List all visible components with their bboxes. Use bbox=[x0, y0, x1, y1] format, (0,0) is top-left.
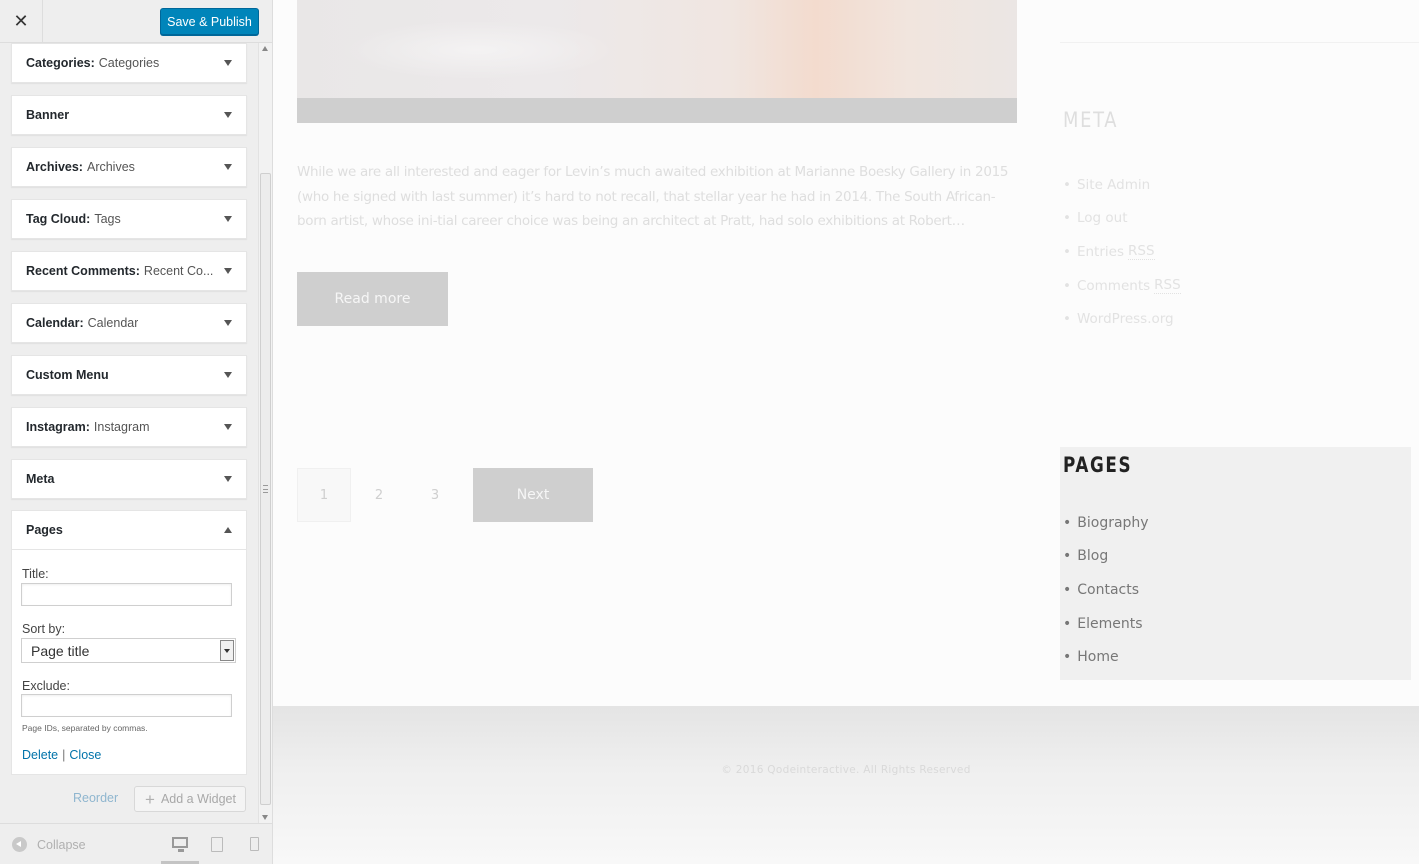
customizer-header: ✕ Save & Publish bbox=[0, 0, 272, 43]
tablet-preview-icon[interactable] bbox=[211, 837, 223, 852]
post-excerpt: While we are all interested and eager fo… bbox=[297, 164, 1009, 229]
close-customizer-button[interactable]: ✕ bbox=[0, 0, 43, 43]
sort-by-select[interactable]: Page title bbox=[21, 638, 236, 663]
pagination-page-3[interactable]: 3 bbox=[408, 468, 462, 522]
meta-item-log-out[interactable]: • Log out bbox=[1063, 202, 1181, 236]
meta-item-comments-rss[interactable]: • Comments RSS bbox=[1063, 269, 1181, 303]
site-preview: While we are all interested and eager fo… bbox=[273, 0, 1419, 864]
site-footer: © 2016 Qodeinteractive. All Rights Reser… bbox=[273, 706, 1419, 864]
expand-arrow-icon bbox=[224, 112, 232, 118]
pages-widget-list: • Biography • Blog • Contacts • Elements • Ho… bbox=[1063, 506, 1149, 674]
widget-archives[interactable]: Archives: Archives bbox=[11, 147, 247, 187]
close-icon: ✕ bbox=[13, 11, 29, 32]
exclude-label: Exclude: bbox=[22, 679, 70, 693]
meta-item-entries-rss[interactable]: • Entries RSS bbox=[1063, 235, 1181, 269]
sidebar-scrollbar[interactable] bbox=[258, 43, 272, 823]
exclude-input[interactable] bbox=[21, 694, 232, 717]
widget-tag-cloud[interactable]: Tag Cloud: Tags bbox=[11, 199, 247, 239]
pagination-page-2[interactable]: 2 bbox=[352, 468, 406, 522]
title-label: Title: bbox=[22, 567, 49, 581]
widget-meta[interactable]: Meta bbox=[11, 459, 247, 499]
save-publish-button[interactable]: Save & Publish bbox=[160, 8, 259, 35]
expand-arrow-icon bbox=[224, 216, 232, 222]
collapse-icon bbox=[12, 837, 27, 852]
pages-widget-highlighted: PAGES • Biography • Blog • Contacts • Elemen… bbox=[1060, 447, 1411, 680]
copyright-text: © 2016 Qodeinteractive. All Rights Reser… bbox=[721, 764, 971, 776]
widget-pages-expanded: Pages Title: Sort by: Page title Exclude… bbox=[11, 510, 247, 775]
close-link[interactable]: Close bbox=[69, 748, 101, 762]
desktop-preview-icon[interactable] bbox=[172, 837, 188, 852]
page-link-home[interactable]: • Home bbox=[1063, 640, 1149, 674]
widget-categories[interactable]: Categories: Categories bbox=[11, 43, 247, 83]
read-more-button[interactable]: Read more bbox=[297, 272, 448, 326]
reorder-link[interactable]: Reorder bbox=[73, 791, 118, 805]
expand-arrow-icon bbox=[224, 320, 232, 326]
exclude-hint: Page IDs, separated by commas. bbox=[22, 723, 148, 733]
scroll-down-icon[interactable] bbox=[262, 815, 268, 820]
expand-arrow-icon bbox=[224, 372, 232, 378]
sort-by-label: Sort by: bbox=[22, 622, 66, 636]
grip-icon bbox=[263, 485, 268, 493]
expand-arrow-icon bbox=[224, 424, 232, 430]
scrollbar-thumb[interactable] bbox=[260, 173, 271, 805]
image-caption-bar bbox=[297, 98, 1017, 123]
widget-actions: Delete | Close bbox=[22, 748, 101, 762]
plus-icon: + bbox=[145, 789, 155, 809]
widget-banner[interactable]: Banner bbox=[11, 95, 247, 135]
meta-widget-title: META bbox=[1063, 108, 1119, 132]
dropdown-arrow-icon bbox=[220, 640, 234, 661]
expand-arrow-icon bbox=[224, 60, 232, 66]
widget-instagram[interactable]: Instagram: Instagram bbox=[11, 407, 247, 447]
expand-arrow-icon bbox=[224, 268, 232, 274]
collapse-button[interactable]: Collapse bbox=[12, 837, 86, 852]
expand-arrow-icon bbox=[224, 164, 232, 170]
meta-widget-list: • Site Admin • Log out • Entries RSS • Commen… bbox=[1063, 168, 1181, 336]
scroll-up-icon[interactable] bbox=[262, 46, 268, 51]
widget-divider bbox=[1060, 42, 1419, 43]
page-link-contacts[interactable]: • Contacts bbox=[1063, 573, 1149, 607]
widget-recent-comments[interactable]: Recent Comments: Recent Co... bbox=[11, 251, 247, 291]
page-link-biography[interactable]: • Biography bbox=[1063, 506, 1149, 540]
customizer-footer: Collapse bbox=[0, 823, 272, 864]
page-link-elements[interactable]: • Elements bbox=[1063, 607, 1149, 641]
widget-calendar[interactable]: Calendar: Calendar bbox=[11, 303, 247, 343]
customizer-sidebar: ✕ Save & Publish Categories: Categories B… bbox=[0, 0, 273, 864]
pages-widget-title: PAGES bbox=[1063, 453, 1133, 477]
page-link-blog[interactable]: • Blog bbox=[1063, 540, 1149, 574]
collapse-arrow-icon bbox=[224, 527, 232, 533]
expand-arrow-icon bbox=[224, 476, 232, 482]
meta-item-wordpress-org[interactable]: • WordPress.org bbox=[1063, 302, 1181, 336]
widget-pages-header[interactable]: Pages bbox=[12, 511, 246, 550]
meta-item-site-admin[interactable]: • Site Admin bbox=[1063, 168, 1181, 202]
add-widget-button[interactable]: + Add a Widget bbox=[134, 786, 246, 812]
pagination-page-1[interactable]: 1 bbox=[297, 468, 351, 522]
pagination-next-button[interactable]: Next bbox=[473, 468, 593, 522]
widget-custom-menu[interactable]: Custom Menu bbox=[11, 355, 247, 395]
title-input[interactable] bbox=[21, 583, 232, 606]
actions-separator: | bbox=[62, 748, 66, 762]
delete-link[interactable]: Delete bbox=[22, 748, 58, 762]
mobile-preview-icon[interactable] bbox=[250, 837, 259, 851]
post-featured-image[interactable] bbox=[297, 0, 1017, 98]
